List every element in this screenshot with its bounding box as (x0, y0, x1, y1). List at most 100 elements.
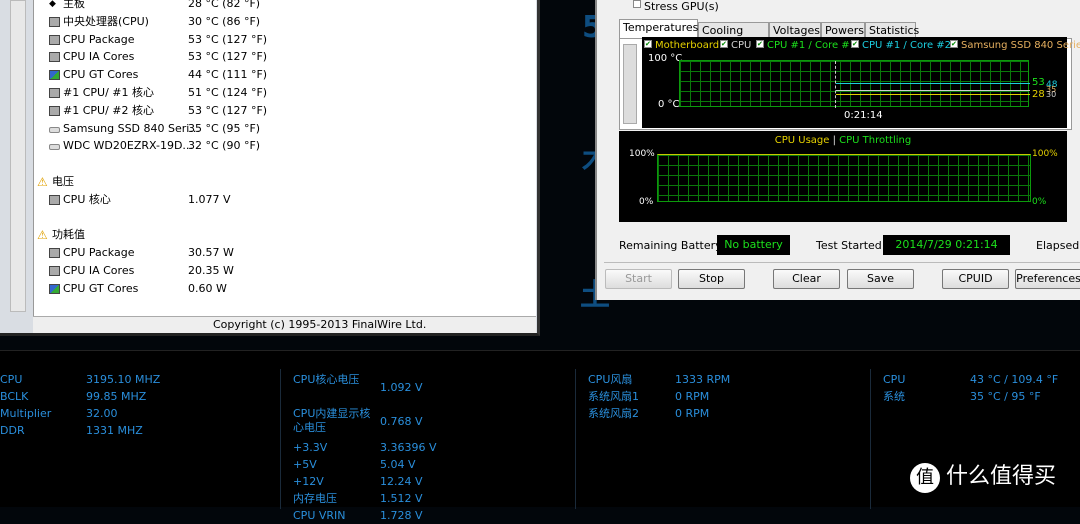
sensor-value: 1.077 V (188, 192, 231, 206)
monitor-value: 3.36396 V (380, 441, 437, 454)
disk-icon (49, 144, 60, 151)
gpu-icon (49, 283, 60, 294)
column-divider (870, 369, 871, 509)
sensor-label: CPU IA Cores (63, 50, 135, 64)
monitor-value: 1.728 V (380, 509, 423, 522)
sensor-row[interactable]: CPU GT Cores 0.60 W (34, 280, 514, 298)
monitor-label: CPU (883, 373, 906, 386)
sensor-label: #1 CPU/ #2 核心 (63, 103, 154, 117)
aida64-window: ◆ 主板 28 °C (82 °F) 中央处理器(CPU) 30 °C (86 °F) C… (0, 0, 540, 336)
sensor-row[interactable]: WDC WD20EZRX-19D... 32 °C (90 °F) (34, 137, 514, 155)
monitor-row: DDR 1331 MHZ (0, 422, 270, 439)
monitor-label: +5V (293, 458, 317, 471)
cpu-temp-line (836, 90, 1030, 91)
monitor-row: CPU核心电压 1.092 V (293, 371, 563, 405)
watermark-logo: 值什么值得买 (910, 458, 1056, 493)
monitor-label: Multiplier (0, 407, 52, 420)
sensor-row[interactable]: 中央处理器(CPU) 30 °C (86 °F) (34, 13, 514, 31)
sensor-row[interactable]: CPU IA Cores 53 °C (127 °F) (34, 48, 514, 66)
monitor-label: +3.3V (293, 441, 328, 454)
sensor-label: CPU Package (63, 32, 135, 46)
sensor-row[interactable]: CPU Package 53 °C (127 °F) (34, 31, 514, 49)
status-bar: Copyright (c) 1995-2013 FinalWire Ltd. (33, 316, 536, 333)
elapsed-label: Elapsed T (1036, 239, 1080, 252)
monitor-value: 43 °C / 109.4 °F (970, 373, 1059, 386)
sensor-value: 44 °C (111 °F) (188, 68, 268, 82)
sensor-row[interactable]: CPU GT Cores 44 °C (111 °F) (34, 66, 514, 84)
sensor-list: ◆ 主板 28 °C (82 °F) 中央处理器(CPU) 30 °C (86 °F) C… (33, 0, 536, 316)
warning-icon: ⚠ (37, 228, 48, 243)
sensor-row[interactable]: CPU IA Cores 20.35 W (34, 262, 514, 280)
sensor-row[interactable]: ◆ 主板 28 °C (82 °F) (34, 0, 514, 13)
test-started-label: Test Started: (816, 239, 886, 252)
monitor-row: 内存电压 1.512 V (293, 490, 563, 507)
legend-item[interactable]: ✔ CPU #1 / Core #1 (756, 40, 856, 51)
sensor-row[interactable]: CPU Package 30.57 W (34, 244, 514, 262)
cpuid-button[interactable]: CPUID (942, 269, 1009, 289)
legend-item[interactable]: ✔ Motherboard (644, 40, 719, 51)
sensor-row[interactable]: #1 CPU/ #1 核心 51 °C (124 °F) (34, 84, 514, 102)
checkbox-checked-icon[interactable]: ✔ (756, 40, 764, 48)
monitor-label: +12V (293, 475, 324, 488)
sensor-value: 30 °C (86 °F) (188, 14, 261, 28)
checkbox-checked-icon[interactable]: ✔ (851, 40, 859, 48)
cpu-icon (49, 248, 60, 259)
legend-label: CPU #1 / Core #2 (862, 40, 952, 51)
sensor-value: 30.57 W (188, 246, 234, 260)
save-button[interactable]: Save (847, 269, 914, 289)
legend-label: CPU (731, 40, 752, 51)
cpu-icon (49, 88, 60, 98)
sensor-row[interactable]: CPU 核心 1.077 V (34, 191, 514, 209)
usage-axis-top: 100% (629, 149, 655, 159)
start-button[interactable]: Start (605, 269, 672, 289)
checkbox-checked-icon[interactable]: ✔ (644, 40, 652, 48)
temp-readout: 28 (1032, 89, 1045, 100)
sensor-row[interactable]: Samsung SSD 840 Seri... 35 °C (95 °F) (34, 120, 514, 138)
temp-readout: 53 (1032, 77, 1045, 88)
cpu-throttling-title: CPU Throttling (839, 135, 912, 146)
monitor-row: Multiplier 32.00 (0, 405, 270, 422)
sensor-value: 53 °C (127 °F) (188, 50, 268, 64)
checkbox-checked-icon[interactable]: ✔ (950, 40, 958, 48)
cpu-icon (49, 34, 60, 45)
sensor-label: Samsung SSD 840 Seri... (63, 121, 200, 135)
monitor-label: BCLK (0, 390, 29, 403)
stop-button[interactable]: Stop (678, 269, 745, 289)
legend-label: Samsung SSD 840 Series (961, 40, 1080, 51)
monitor-label: CPU VRIN (293, 509, 346, 522)
cpu-icon (49, 52, 60, 63)
legend-item[interactable]: ✔ CPU #1 / Core #2 (851, 40, 951, 51)
monitor-label: 内存电压 (293, 492, 337, 505)
sensor-label: CPU 核心 (63, 192, 111, 206)
tab-temperatures[interactable]: Temperatures (619, 19, 698, 39)
disk-icon (49, 126, 60, 133)
monitor-row: CPU VRIN 1.728 V (293, 507, 563, 524)
sensor-row[interactable]: #1 CPU/ #2 核心 53 °C (127 °F) (34, 102, 514, 120)
sensor-label: WDC WD20EZRX-19D... (63, 139, 193, 153)
clear-button[interactable]: Clear (773, 269, 840, 289)
scrollbar[interactable] (10, 0, 26, 312)
motherboard-icon: ◆ (49, 0, 56, 9)
monitor-value: 1331 MHZ (86, 424, 143, 437)
monitor-value: 0 RPM (675, 407, 710, 420)
sensor-label: CPU Package (63, 246, 135, 260)
monitor-row: CPU 43 °C / 109.4 °F (883, 371, 1080, 388)
monitor-label: CPU (0, 373, 23, 386)
stress-gpu-checkbox[interactable]: Stress GPU(s) (633, 0, 719, 13)
test-started-value: 2014/7/29 0:21:14 (883, 235, 1010, 255)
monitor-row: CPU 3195.10 MHZ (0, 371, 270, 388)
system-stability-test-window: Stress GPU(s) TemperaturesCooling FansVo… (595, 0, 1080, 300)
sensor-value: 32 °C (90 °F) (188, 139, 261, 153)
legend-item[interactable]: ✔ Samsung SSD 840 Series (950, 40, 1080, 51)
cpu-usage-graph: CPU Usage | CPU Throttling 100% 0% 100% … (619, 131, 1067, 222)
legend-item[interactable]: ✔ CPU (720, 40, 751, 51)
monitor-label: CPU风扇 (588, 373, 633, 386)
preferences-button[interactable]: Preferences (1015, 269, 1080, 289)
watermark-text: 什么值得买 (946, 464, 1057, 489)
checkbox-checked-icon[interactable]: ✔ (720, 40, 728, 48)
sensor-label: CPU GT Cores (63, 68, 139, 82)
monitor-value: 5.04 V (380, 458, 416, 471)
monitor-value: 0 RPM (675, 390, 710, 403)
zoom-slider[interactable] (623, 44, 637, 124)
warning-icon: ⚠ (37, 175, 48, 189)
